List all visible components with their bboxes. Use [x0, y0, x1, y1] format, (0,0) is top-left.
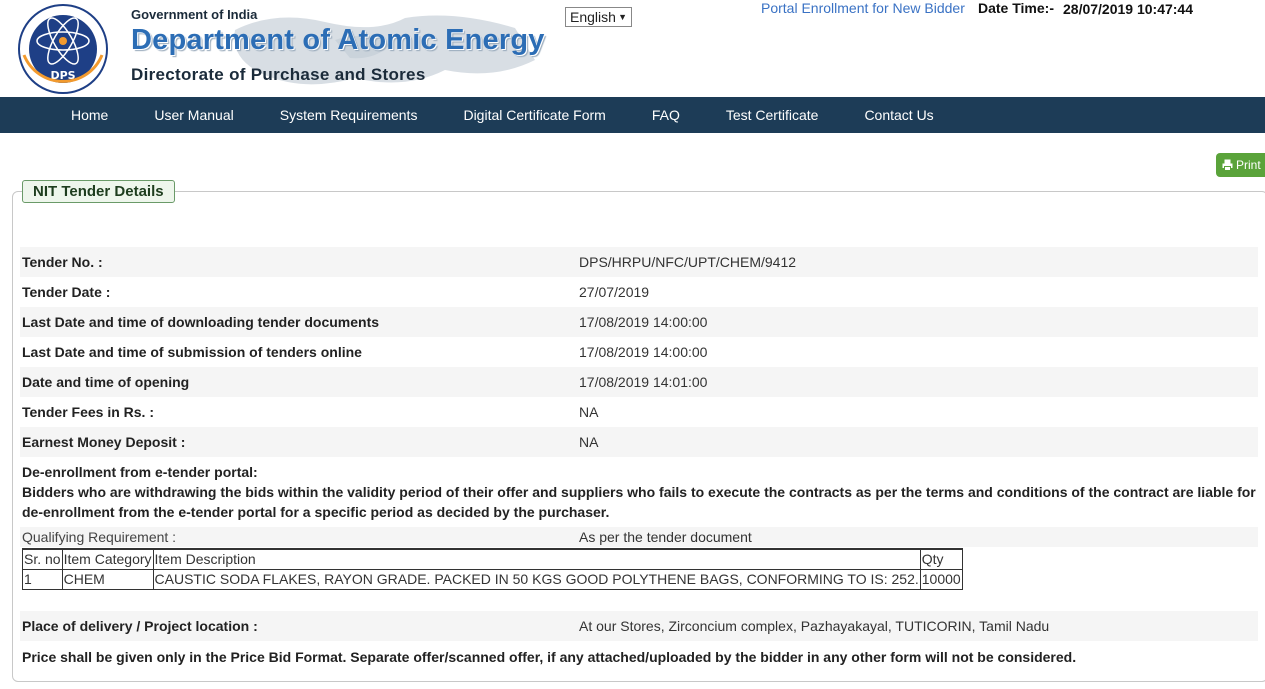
date-time-label: Date Time:-: [978, 0, 1054, 16]
deenrollment-title: De-enrollment from e-tender portal:: [22, 464, 258, 480]
detail-value: DPS/HRPU/NFC/UPT/CHEM/9412: [579, 254, 797, 270]
nav-user-manual[interactable]: User Manual: [131, 107, 256, 123]
nav-system-requirements[interactable]: System Requirements: [257, 107, 441, 123]
print-label: Print: [1236, 158, 1261, 172]
qualifying-value: As per the tender document: [579, 529, 752, 545]
delivery-value: At our Stores, Zirconcium complex, Pazha…: [579, 618, 1050, 634]
delivery-row: Place of delivery / Project location : A…: [20, 611, 1258, 641]
section-title: NIT Tender Details: [22, 180, 175, 203]
col-header-item-description: Item Description: [152, 548, 921, 570]
detail-value: 17/08/2019 14:00:00: [579, 314, 708, 330]
detail-label: Earnest Money Deposit :: [22, 434, 186, 450]
detail-row-download-date: Last Date and time of downloading tender…: [20, 307, 1258, 337]
table-header-row: Sr. no Item Category Item Description Qt…: [22, 548, 963, 570]
page-header: DPS Government of India Department of At…: [0, 0, 1265, 97]
col-header-qty: Qty: [919, 548, 963, 570]
detail-value: NA: [579, 404, 599, 420]
language-selected: English: [570, 9, 616, 25]
printer-icon: [1222, 159, 1233, 171]
department-title: Department of Atomic Energy: [131, 24, 545, 56]
main-nav: Home User Manual System Requirements Dig…: [0, 97, 1265, 133]
nav-digital-certificate-form[interactable]: Digital Certificate Form: [440, 107, 628, 123]
delivery-label: Place of delivery / Project location :: [22, 618, 258, 634]
detail-row-submission-date: Last Date and time of submission of tend…: [20, 337, 1258, 367]
deenrollment-text: Bidders who are withdrawing the bids wit…: [22, 484, 1256, 520]
qualifying-label: Qualifying Requirement :: [22, 529, 177, 545]
detail-label: Last Date and time of downloading tender…: [22, 314, 380, 330]
directorate-title: Directorate of Purchase and Stores: [131, 65, 426, 84]
language-select[interactable]: English ▼: [565, 7, 632, 27]
detail-label: Tender Date :: [22, 284, 111, 300]
detail-value: 27/07/2019: [579, 284, 650, 300]
detail-row-emd: Earnest Money Deposit : NA: [20, 427, 1258, 457]
detail-row-tender-date: Tender Date : 27/07/2019: [20, 277, 1258, 307]
tender-details-list: Tender No. : DPS/HRPU/NFC/UPT/CHEM/9412 …: [20, 247, 1258, 457]
nav-faq[interactable]: FAQ: [629, 107, 703, 123]
price-note: Price shall be given only in the Price B…: [22, 649, 1077, 665]
detail-row-tender-no: Tender No. : DPS/HRPU/NFC/UPT/CHEM/9412: [20, 247, 1258, 277]
detail-label: Last Date and time of submission of tend…: [22, 344, 362, 360]
print-button[interactable]: Print: [1216, 153, 1265, 177]
detail-row-opening-date: Date and time of opening 17/08/2019 14:0…: [20, 367, 1258, 397]
detail-label: Tender Fees in Rs. :: [22, 404, 154, 420]
cell-item-category: CHEM: [61, 568, 154, 590]
detail-row-tender-fees: Tender Fees in Rs. : NA: [20, 397, 1258, 427]
portal-enrollment-link[interactable]: Portal Enrollment for New Bidder: [761, 0, 965, 16]
nav-contact-us[interactable]: Contact Us: [841, 107, 956, 123]
dropdown-arrow-icon: ▼: [618, 12, 627, 22]
nav-home[interactable]: Home: [48, 107, 131, 123]
qualifying-requirement-row: Qualifying Requirement : As per the tend…: [20, 527, 1258, 547]
cell-sr-no: 1: [22, 568, 63, 590]
gov-title: Government of India: [131, 7, 258, 22]
dps-logo: DPS: [10, 3, 116, 95]
detail-value: NA: [579, 434, 599, 450]
detail-label: Tender No. :: [22, 254, 103, 270]
date-time-value: 28/07/2019 10:47:44: [1063, 1, 1193, 17]
detail-value: 17/08/2019 14:01:00: [579, 374, 708, 390]
col-header-item-category: Item Category: [61, 548, 154, 570]
detail-value: 17/08/2019 14:00:00: [579, 344, 708, 360]
cell-qty: 10000: [919, 568, 963, 590]
items-table: Sr. no Item Category Item Description Qt…: [22, 548, 963, 590]
nav-test-certificate[interactable]: Test Certificate: [703, 107, 842, 123]
table-row: 1 CHEM CAUSTIC SODA FLAKES, RAYON GRADE.…: [22, 568, 963, 590]
detail-label: Date and time of opening: [22, 374, 190, 390]
col-header-sr-no: Sr. no: [22, 548, 63, 570]
cell-item-description: CAUSTIC SODA FLAKES, RAYON GRADE. PACKED…: [152, 568, 921, 590]
